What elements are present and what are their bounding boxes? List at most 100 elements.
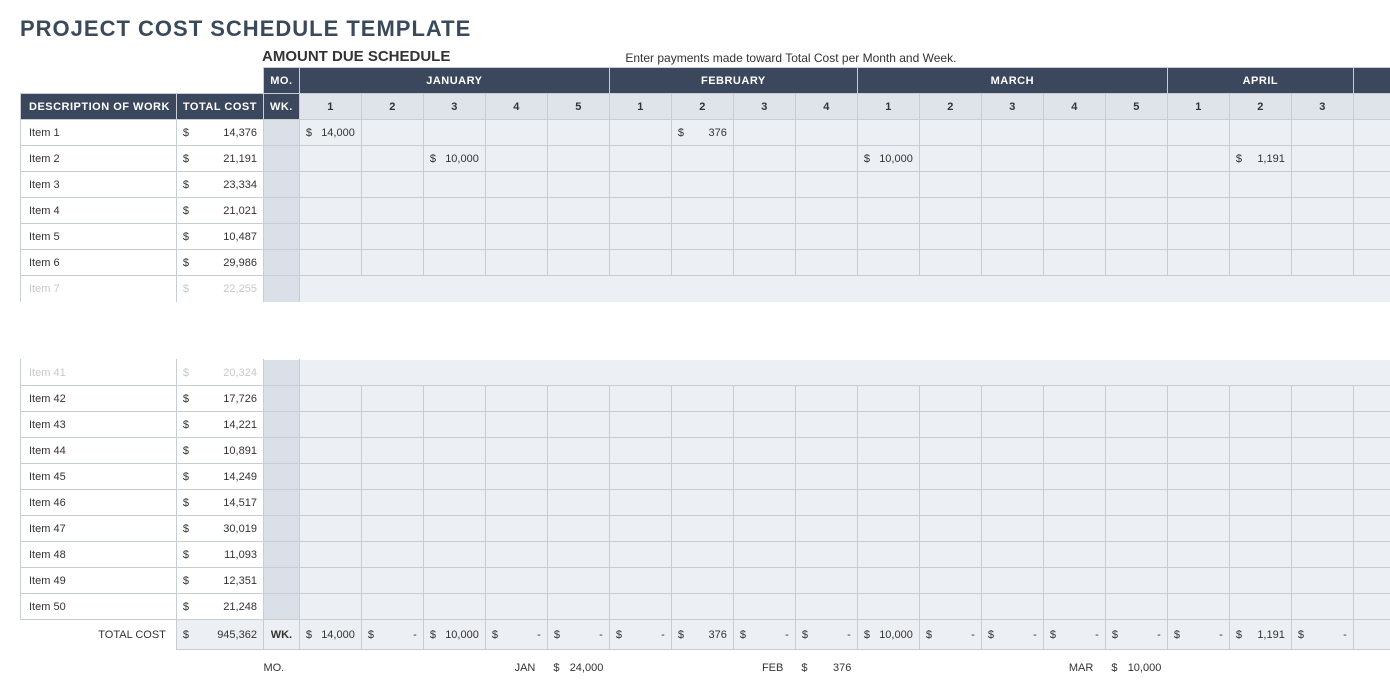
payment-cell[interactable]: [671, 516, 733, 542]
payment-cell[interactable]: [671, 594, 733, 620]
payment-cell[interactable]: [733, 542, 795, 568]
payment-cell[interactable]: [1167, 542, 1229, 568]
payment-cell[interactable]: [857, 464, 919, 490]
payment-cell[interactable]: [609, 516, 671, 542]
item-total[interactable]: $30,019: [176, 516, 263, 542]
payment-cell[interactable]: [981, 490, 1043, 516]
payment-cell[interactable]: [1043, 438, 1105, 464]
payment-cell[interactable]: [1229, 594, 1291, 620]
payment-cell[interactable]: [299, 516, 361, 542]
payment-cell[interactable]: [423, 594, 485, 620]
payment-cell[interactable]: [1105, 250, 1167, 276]
payment-cell[interactable]: [1043, 516, 1105, 542]
item-total[interactable]: $14,376: [176, 120, 263, 146]
payment-cell[interactable]: [609, 542, 671, 568]
payment-cell[interactable]: [361, 146, 423, 172]
payment-cell[interactable]: [423, 464, 485, 490]
payment-cell[interactable]: [1105, 172, 1167, 198]
payment-cell[interactable]: [857, 438, 919, 464]
payment-cell[interactable]: [485, 568, 547, 594]
payment-cell[interactable]: [485, 412, 547, 438]
item-total[interactable]: $12,351: [176, 568, 263, 594]
payment-cell[interactable]: [1167, 438, 1229, 464]
payment-cell[interactable]: [1229, 412, 1291, 438]
payment-cell[interactable]: [547, 386, 609, 412]
payment-cell[interactable]: [857, 198, 919, 224]
payment-cell[interactable]: [485, 198, 547, 224]
payment-cell[interactable]: [733, 568, 795, 594]
payment-cell[interactable]: [981, 120, 1043, 146]
payment-cell[interactable]: [795, 172, 857, 198]
payment-cell[interactable]: [919, 542, 981, 568]
payment-cell[interactable]: [671, 464, 733, 490]
payment-cell[interactable]: [299, 438, 361, 464]
payment-cell[interactable]: [795, 568, 857, 594]
payment-cell[interactable]: [919, 594, 981, 620]
payment-cell[interactable]: [1105, 490, 1167, 516]
payment-cell[interactable]: [1167, 490, 1229, 516]
item-name[interactable]: Item 5: [21, 224, 177, 250]
payment-cell[interactable]: [1043, 172, 1105, 198]
payment-cell[interactable]: [609, 198, 671, 224]
item-name[interactable]: Item 2: [21, 146, 177, 172]
payment-cell[interactable]: [671, 568, 733, 594]
payment-cell[interactable]: [1105, 438, 1167, 464]
payment-cell[interactable]: [671, 172, 733, 198]
payment-cell[interactable]: [857, 250, 919, 276]
payment-cell[interactable]: [547, 224, 609, 250]
payment-cell[interactable]: [795, 412, 857, 438]
payment-cell[interactable]: [919, 412, 981, 438]
payment-cell[interactable]: [1105, 386, 1167, 412]
payment-cell[interactable]: [1167, 568, 1229, 594]
payment-cell[interactable]: [981, 198, 1043, 224]
payment-cell[interactable]: $1,191: [1229, 146, 1291, 172]
payment-cell[interactable]: [1043, 250, 1105, 276]
item-name[interactable]: Item 47: [21, 516, 177, 542]
item-total[interactable]: $21,191: [176, 146, 263, 172]
payment-cell[interactable]: [733, 464, 795, 490]
payment-cell[interactable]: [299, 224, 361, 250]
payment-cell[interactable]: [981, 464, 1043, 490]
payment-cell[interactable]: [919, 172, 981, 198]
item-name[interactable]: Item 44: [21, 438, 177, 464]
payment-cell[interactable]: [857, 568, 919, 594]
payment-cell[interactable]: [609, 464, 671, 490]
item-name[interactable]: Item 42: [21, 386, 177, 412]
payment-cell[interactable]: [1229, 464, 1291, 490]
payment-cell[interactable]: [361, 172, 423, 198]
payment-cell[interactable]: [733, 224, 795, 250]
payment-cell[interactable]: [1043, 146, 1105, 172]
payment-cell[interactable]: [609, 224, 671, 250]
payment-cell[interactable]: [1043, 568, 1105, 594]
payment-cell[interactable]: [361, 568, 423, 594]
payment-cell[interactable]: [919, 516, 981, 542]
item-total[interactable]: $14,517: [176, 490, 263, 516]
payment-cell[interactable]: [1105, 146, 1167, 172]
payment-cell[interactable]: [609, 146, 671, 172]
payment-cell[interactable]: [547, 250, 609, 276]
payment-cell[interactable]: [671, 438, 733, 464]
payment-cell[interactable]: [547, 198, 609, 224]
payment-cell[interactable]: [1291, 568, 1353, 594]
payment-cell[interactable]: [919, 250, 981, 276]
payment-cell[interactable]: [857, 172, 919, 198]
payment-cell[interactable]: [1291, 198, 1353, 224]
payment-cell[interactable]: [485, 490, 547, 516]
payment-cell[interactable]: [1043, 198, 1105, 224]
payment-cell[interactable]: [981, 224, 1043, 250]
item-name[interactable]: Item 45: [21, 464, 177, 490]
payment-cell[interactable]: [609, 250, 671, 276]
payment-cell[interactable]: [1043, 542, 1105, 568]
payment-cell[interactable]: [299, 464, 361, 490]
item-total[interactable]: $23,334: [176, 172, 263, 198]
payment-cell[interactable]: [485, 464, 547, 490]
payment-cell[interactable]: [671, 386, 733, 412]
item-total[interactable]: $10,487: [176, 224, 263, 250]
payment-cell[interactable]: [671, 198, 733, 224]
item-total[interactable]: $11,093: [176, 542, 263, 568]
payment-cell[interactable]: [1105, 120, 1167, 146]
payment-cell[interactable]: [795, 250, 857, 276]
payment-cell[interactable]: [1229, 250, 1291, 276]
payment-cell[interactable]: [299, 594, 361, 620]
payment-cell[interactable]: [1167, 516, 1229, 542]
